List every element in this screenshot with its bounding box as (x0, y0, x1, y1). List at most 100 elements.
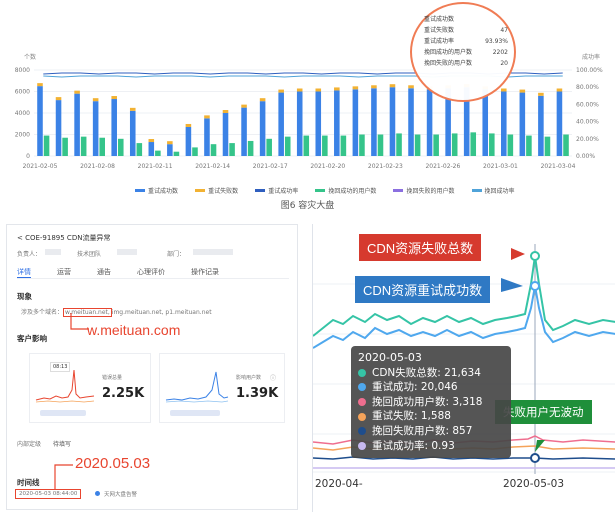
y-tick-right: 20.00% (576, 136, 599, 143)
bar-retry-fail (185, 123, 192, 127)
metric1-value: 2.25K (102, 386, 145, 401)
chart-legend: 重试成功数 重试失败数 重试成功率 挽回成功的用户数 挽回失败的用户数 挽回成功… (135, 177, 555, 196)
callout-retry-success: CDN资源重试成功数 (355, 276, 491, 303)
bar-retry-fail (55, 97, 62, 101)
bar-recover-success (544, 136, 551, 156)
x-tick: 2021-02-20 (310, 163, 345, 170)
bar-retry-success (501, 91, 507, 156)
tab-operations[interactable]: 运营 (57, 265, 71, 278)
level-label: 内部定级 (17, 441, 42, 448)
callout-fail-total: CDN资源失败总数 (359, 234, 482, 261)
tab-evaluation[interactable]: 心理评价 (137, 265, 165, 278)
bar-retry-fail (222, 110, 229, 113)
bar-retry-fail (501, 88, 507, 92)
breadcrumb[interactable]: < COE-91895 CDN流量异常 (17, 233, 110, 243)
bar-retry-fail (538, 92, 544, 96)
phenomenon-text: 涉及多个域名： w.meituan.net, img.meituan.net, p1… (21, 308, 212, 317)
bar-recover-success (62, 137, 68, 156)
x-tick: 2021-03-01 (483, 163, 518, 170)
legend-item[interactable]: 重试失败数 (195, 186, 238, 195)
users-sparkline (165, 371, 229, 403)
bar-recover-success (489, 133, 495, 156)
legend-item[interactable]: 重试成功率 (255, 186, 298, 195)
y-tick-left: 4000 (15, 110, 30, 117)
mini-scrollbar[interactable] (170, 410, 220, 416)
bar-recover-success (377, 134, 384, 156)
y-tick-right: 100.00% (576, 67, 603, 74)
bar-retry-success (74, 93, 80, 156)
info-icon[interactable]: ⓘ (270, 373, 276, 382)
owner-redacted (45, 249, 61, 255)
mini-scrollbar[interactable] (40, 410, 86, 416)
tooltip-row: 重试成功率 93.93% (424, 38, 508, 45)
bar-chart: 8000 6000 4000 2000 0 100.00% 80.00% 60.00% 40.0… (15, 67, 603, 170)
bar-recover-success (359, 134, 365, 156)
bar-retry-success (408, 88, 414, 156)
dept-redacted (193, 249, 233, 255)
x-tick: 2021-02-14 (195, 163, 230, 170)
bar-retry-success (167, 144, 173, 156)
bar-retry-fail (296, 88, 303, 92)
x-tick: 2021-02-23 (368, 163, 403, 170)
phenomenon-title: 现象 (17, 292, 32, 301)
x-tick: 2021-02-05 (23, 163, 58, 170)
y-tick-left: 8000 (15, 67, 30, 74)
level-value: 待填写 (53, 441, 72, 448)
legend-item[interactable]: 挽回失败的用户数 (393, 186, 454, 195)
bar-recover-success (247, 140, 254, 156)
legend-item[interactable]: 挽回成功率 (471, 186, 515, 195)
x-label-right: 2020-05-03 (503, 478, 565, 490)
bar-recover-success (173, 151, 180, 156)
bar-recover-success (507, 134, 514, 156)
bar-retry-fail (278, 89, 284, 93)
bar-recover-success (80, 136, 87, 156)
tab-notice[interactable]: 通告 (97, 265, 111, 278)
bar-retry-success (519, 92, 526, 156)
bar-retry-success (222, 113, 229, 156)
tooltip-date: 2020-05-03 (358, 351, 422, 364)
bar-retry-fail (408, 85, 414, 89)
legend-item[interactable]: 重试成功数 (135, 186, 178, 195)
team-label: 技术团队 (77, 251, 102, 258)
bar-recover-success (451, 133, 458, 156)
bar-recover-success (192, 147, 198, 156)
x-tick: 2021-02-17 (253, 163, 288, 170)
cdn-trend-panel: CDN资源失败总数 CDN资源重试成功数 失败用户无波动 2020-05-03 … (312, 224, 615, 512)
bar-retry-success (111, 99, 117, 156)
bar-retry-success (334, 90, 340, 156)
bar-recover-success (210, 144, 217, 156)
timeline-time: 2020-05-03 08:44:00 (15, 489, 82, 499)
bar-recover-success (266, 138, 272, 156)
tab-details[interactable]: 详情 (17, 265, 31, 278)
bar-retry-success (92, 101, 99, 156)
tooltip-row: 挽回成功用户数: 3,318 (358, 395, 504, 410)
legend-item[interactable]: 挽回成功的用户数 (315, 186, 376, 195)
y-tick-left: 6000 (15, 89, 30, 96)
bar-recover-success (340, 135, 347, 156)
tab-bar: 详情 运营 通告 心理评价 操作记录 (17, 265, 289, 279)
figure-caption: 图6 容灾大盘 (280, 201, 335, 211)
bar-retry-success (259, 101, 266, 156)
bar-retry-fail (389, 84, 396, 88)
metric-card-users: 影响用户数 ⓘ 1.39K (159, 353, 285, 423)
tooltip-row: CDN失败总数: 21,634 (358, 366, 504, 381)
y-tick-right: 40.00% (576, 119, 599, 126)
bar-recover-success (99, 137, 105, 156)
tab-log[interactable]: 操作记录 (191, 265, 219, 278)
bar-retry-success (185, 126, 192, 156)
bar-retry-success (389, 87, 396, 156)
dept-label: 部门： (167, 251, 186, 258)
x-tick: 2021-02-08 (80, 163, 115, 170)
incident-detail-panel: < COE-91895 CDN流量异常 负责人： 技术团队 部门： 详情 运营 … (6, 224, 298, 510)
bar-recover-success (563, 134, 569, 156)
y-tick-right: 80.00% (576, 84, 599, 91)
tooltip-magnifier: 重试成功数 重试失败数 47 重试成功率 93.93% 挽回成功的用户数 2202 挽… (410, 2, 516, 102)
bar-retry-fail (111, 96, 117, 100)
bar-recover-success (136, 143, 143, 156)
bar-retry-fail (241, 104, 247, 108)
bar-retry-fail (315, 88, 322, 92)
bar-recover-success (303, 135, 310, 156)
bar-retry-success (352, 89, 359, 156)
bar-retry-success (37, 86, 43, 156)
bar-recover-success (284, 136, 291, 156)
